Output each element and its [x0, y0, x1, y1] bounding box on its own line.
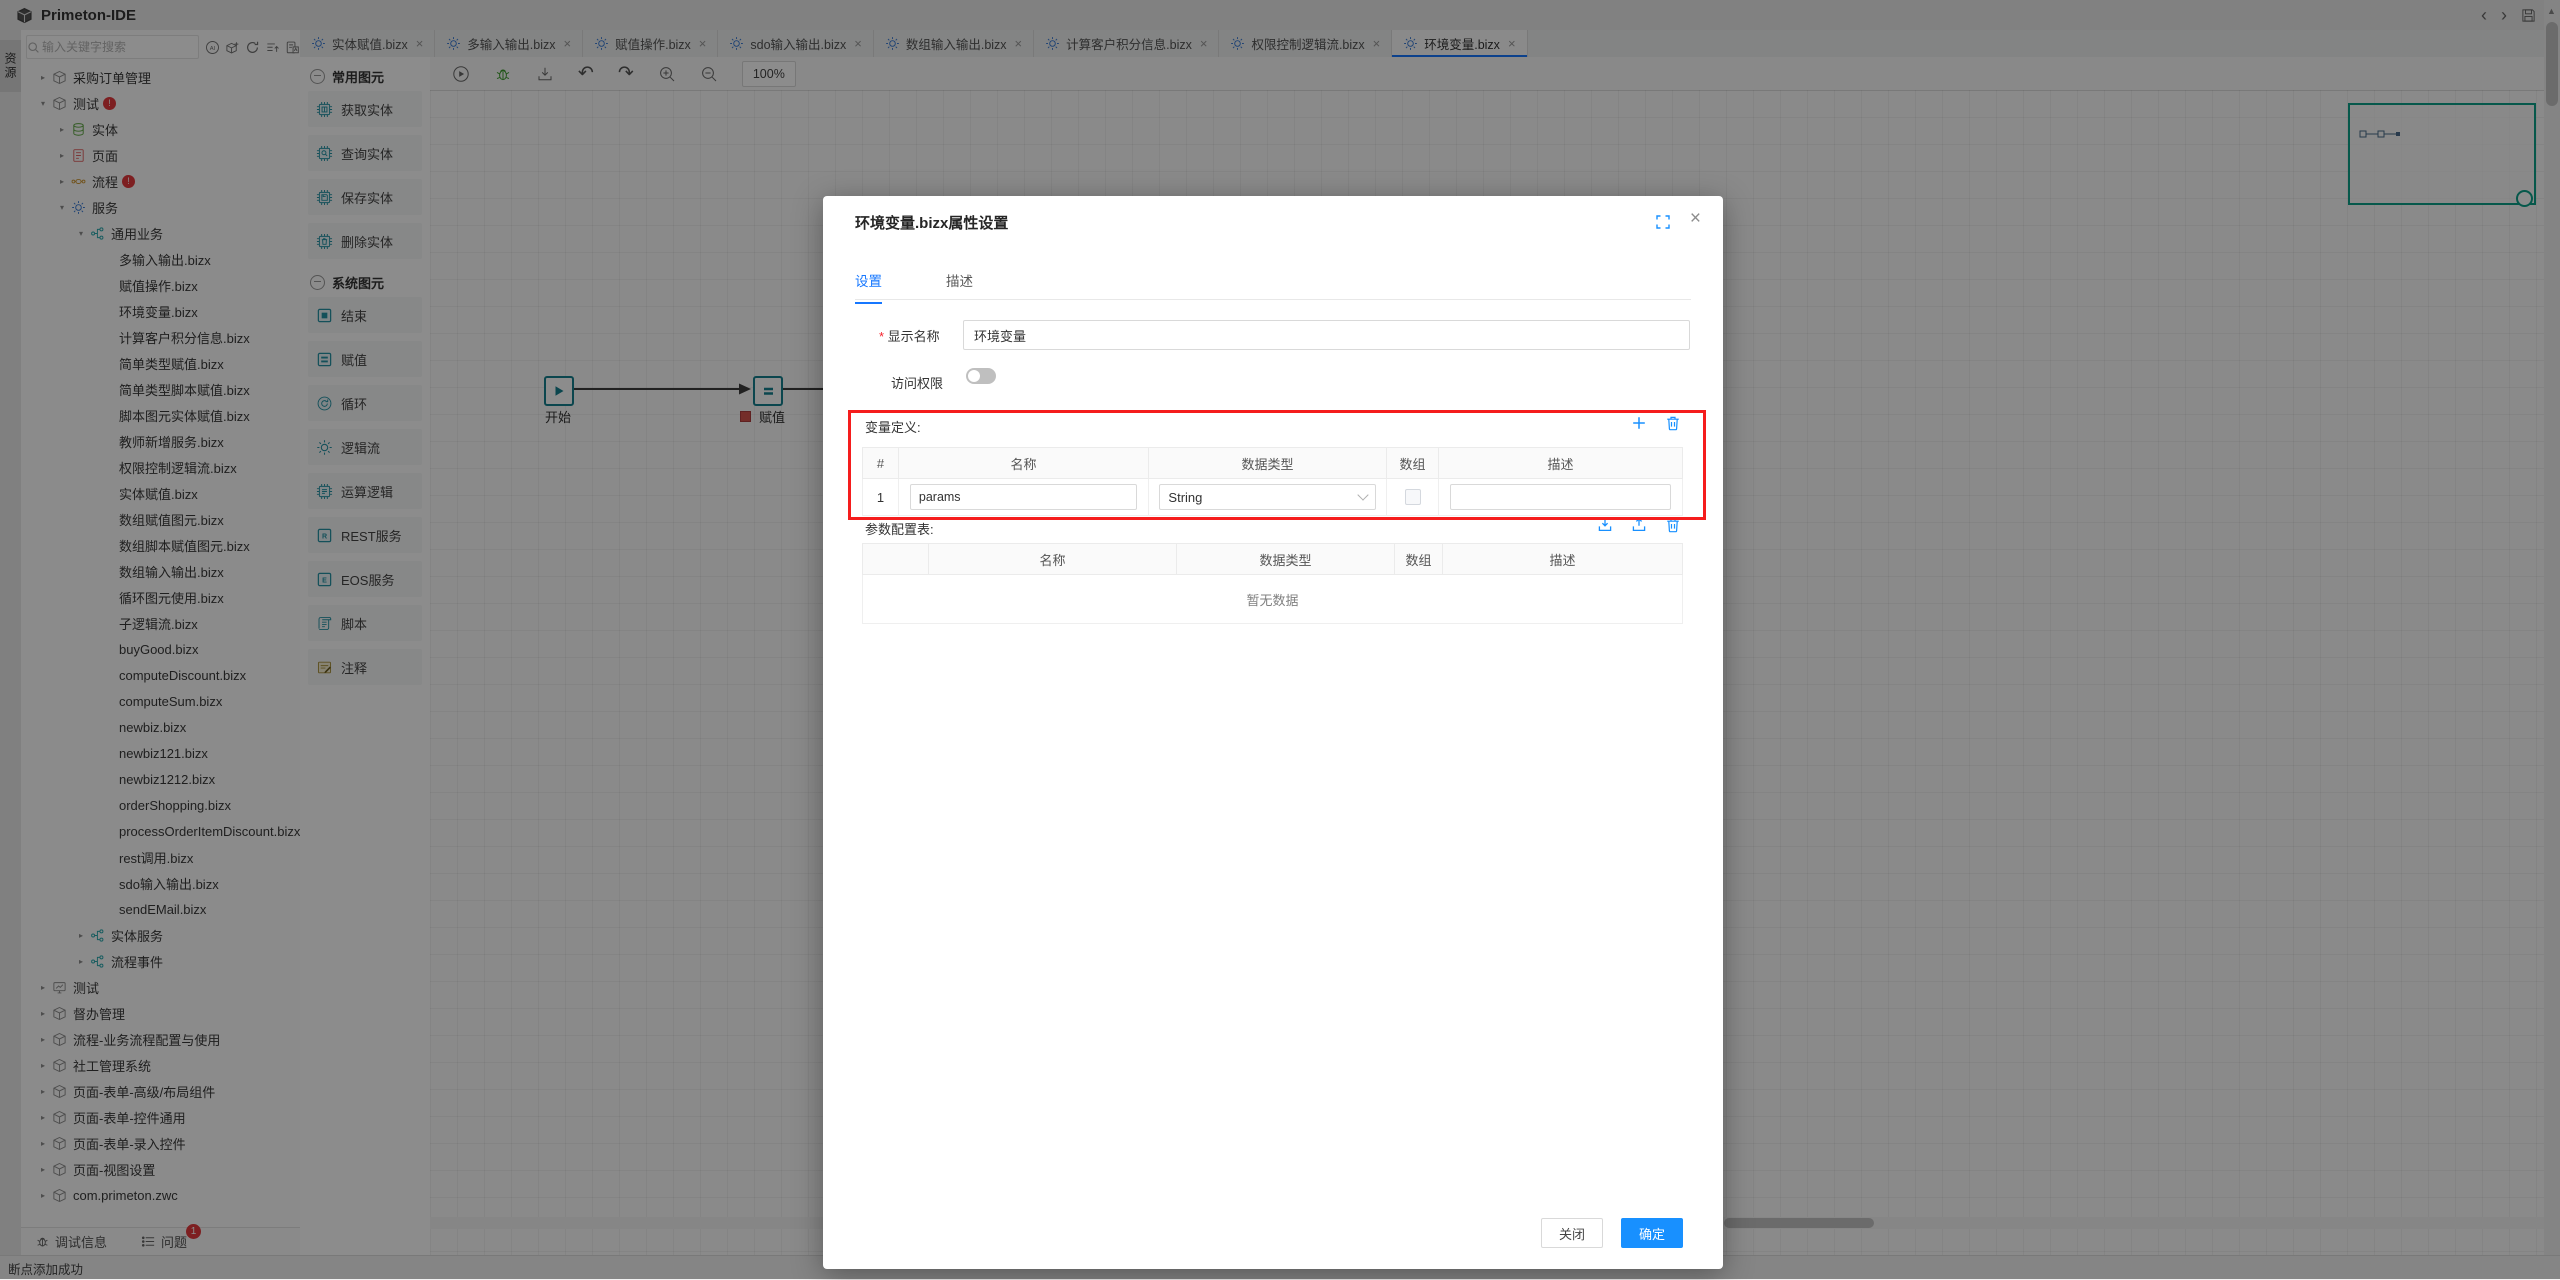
export-icon[interactable] [1631, 517, 1647, 533]
var-type-cell: String [1149, 479, 1387, 516]
params-table-header: 数据类型 [1177, 544, 1395, 575]
tab-divider [855, 299, 1691, 300]
display-name-label: 显示名称 [879, 326, 940, 345]
var-type-value: String [1168, 490, 1202, 505]
display-name-input[interactable] [963, 320, 1690, 350]
var-type-select[interactable]: String [1159, 484, 1375, 510]
params-table-header: 数组 [1395, 544, 1443, 575]
var-array-cell [1387, 479, 1439, 516]
variables-table-header: 名称 [899, 448, 1149, 479]
params-table-header [863, 544, 929, 575]
dialog-footer: 关闭 确定 [1541, 1218, 1683, 1248]
param-section-actions [1597, 517, 1681, 533]
var-section-actions [1631, 415, 1681, 431]
chevron-down-icon [1357, 489, 1368, 500]
variables-table: #名称数据类型数组描述 1 String [862, 447, 1683, 516]
access-toggle[interactable] [966, 368, 996, 384]
params-table: 名称数据类型数组描述 暂无数据 [862, 543, 1683, 624]
access-label: 访问权限 [891, 373, 943, 392]
param-section-label: 参数配置表: [865, 519, 934, 538]
array-checkbox[interactable] [1405, 489, 1421, 505]
import-icon[interactable] [1597, 517, 1613, 533]
empty-table-text: 暂无数据 [1246, 593, 1298, 608]
variables-table-header: # [863, 448, 899, 479]
plus-icon[interactable] [1631, 415, 1647, 431]
row-index-cell: 1 [863, 479, 899, 516]
ok-button[interactable]: 确定 [1621, 1218, 1683, 1248]
params-table-header: 名称 [929, 544, 1177, 575]
params-table-header: 描述 [1443, 544, 1683, 575]
var-name-input[interactable] [910, 484, 1137, 510]
close-icon[interactable]: × [1690, 208, 1701, 230]
var-desc-cell [1439, 479, 1683, 516]
trash-icon[interactable] [1665, 415, 1681, 431]
var-name-cell [899, 479, 1149, 516]
variables-table-header: 数组 [1387, 448, 1439, 479]
variables-table-header: 数据类型 [1149, 448, 1387, 479]
dialog-title: 环境变量.bizx属性设置 [855, 212, 1008, 233]
properties-dialog: 环境变量.bizx属性设置 × 设置描述 显示名称 访问权限 变量定义: #名称… [823, 196, 1723, 1269]
close-button[interactable]: 关闭 [1541, 1218, 1603, 1248]
variables-table-header: 描述 [1439, 448, 1683, 479]
var-desc-input[interactable] [1450, 484, 1672, 510]
fullscreen-icon[interactable] [1655, 214, 1671, 230]
var-section-label: 变量定义: [865, 417, 921, 436]
trash-icon[interactable] [1665, 517, 1681, 533]
